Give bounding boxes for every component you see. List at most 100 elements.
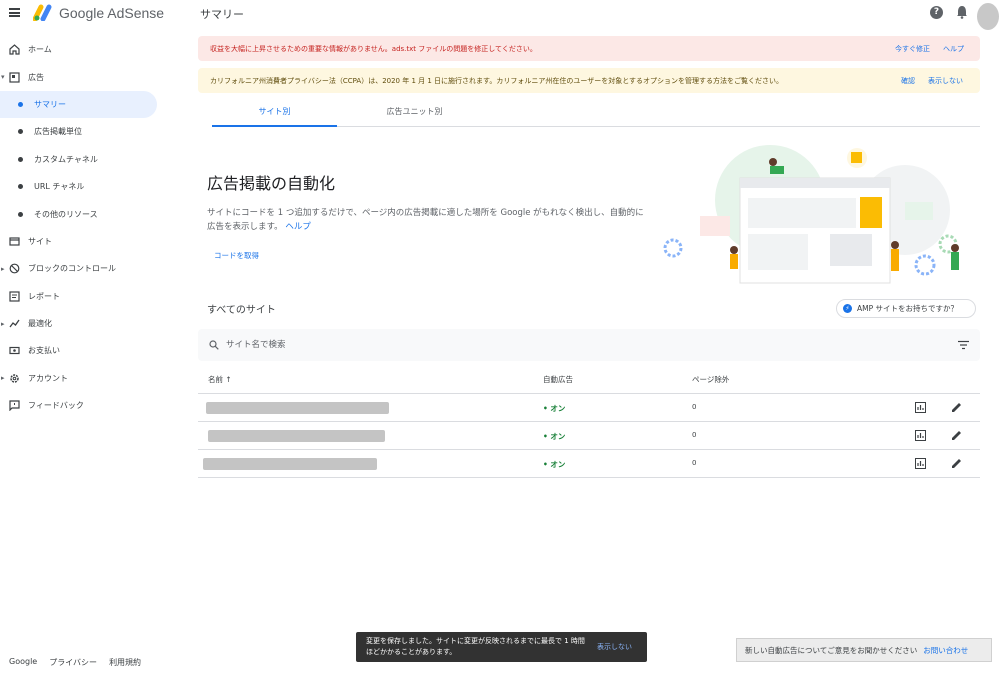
hero-description: サイトにコードを 1 つ追加するだけで、ページ内の広告掲載に適した場所を Goo… — [207, 206, 652, 234]
get-code-button[interactable]: コードを取得 — [214, 250, 259, 261]
sidebar-item-summary[interactable]: サマリー — [0, 90, 157, 119]
snackbar: 変更を保存しました。サイトに変更が反映されるまでに最長で 1 時間ほどかかること… — [356, 632, 647, 662]
sidebar-item-label: お支払い — [28, 346, 60, 356]
page-exclusions-count: 0 — [692, 431, 697, 439]
report-icon[interactable] — [915, 402, 926, 413]
site-name-redacted[interactable] — [208, 430, 385, 442]
table-row[interactable]: • オン 0 — [198, 450, 980, 478]
sites-icon — [9, 237, 20, 246]
sites-table: 名前 ↑ 自動広告 ページ除外 • オン 0 • オン 0 • オン 0 — [198, 366, 980, 478]
report-icon[interactable] — [915, 430, 926, 441]
help-link[interactable]: ヘルプ — [943, 44, 964, 54]
page-title: サマリー — [200, 8, 244, 21]
sidebar-item-reports[interactable]: レポート — [0, 283, 160, 310]
snackbar-message: 変更を保存しました。サイトに変更が反映されるまでに最長で 1 時間ほどかかること… — [366, 637, 585, 656]
report-icon[interactable] — [915, 458, 926, 469]
sidebar-item-label: レポート — [28, 291, 60, 301]
contact-link[interactable]: お問い合わせ — [923, 645, 968, 656]
sidebar-item-label: フィードバック — [28, 401, 84, 411]
confirm-link[interactable]: 確認 — [901, 76, 915, 86]
footer-google: Google — [9, 657, 38, 666]
bullet-icon — [18, 129, 23, 135]
tab-bar: サイト別 広告ユニット別 — [212, 100, 980, 127]
sidebar-item-label: ブロックのコントロール — [28, 264, 116, 274]
tab-by-site[interactable]: サイト別 — [212, 100, 337, 127]
bullet-icon — [18, 101, 23, 107]
ads-icon — [9, 71, 20, 83]
sidebar-item-ads[interactable]: ▾ 広告 — [0, 63, 160, 90]
sidebar-item-home[interactable]: ホーム — [0, 36, 160, 63]
bullet-icon — [18, 211, 23, 217]
help-link[interactable]: ヘルプ — [285, 222, 311, 232]
trending-up-icon — [9, 319, 20, 328]
auto-ads-status: • オン — [543, 404, 566, 413]
edit-icon[interactable] — [951, 402, 962, 413]
sidebar-item-label: 広告 — [28, 72, 44, 82]
edit-icon[interactable] — [951, 458, 962, 469]
tab-by-ad-unit[interactable]: 広告ユニット別 — [352, 100, 477, 127]
hero-title: 広告掲載の自動化 — [207, 174, 336, 193]
snackbar-dismiss-button[interactable]: 表示しない — [597, 642, 632, 653]
brand-name[interactable]: Google AdSense — [59, 5, 164, 21]
site-name-redacted[interactable] — [206, 402, 389, 414]
search-icon — [209, 340, 219, 350]
sidebar-item-label: URL チャネル — [34, 182, 85, 192]
avatar[interactable] — [977, 3, 999, 30]
sidebar-item-custom-channels[interactable]: カスタムチャネル — [0, 146, 160, 173]
sidebar-item-label: ホーム — [28, 45, 52, 55]
amp-sites-button[interactable]: ⚡ AMP サイトをお持ちですか？ — [836, 299, 976, 318]
sidebar-item-label: アカウント — [28, 373, 68, 383]
sidebar-item-label: 最適化 — [28, 319, 52, 329]
block-icon — [9, 263, 20, 274]
sidebar-item-label: カスタムチャネル — [34, 154, 98, 164]
amp-icon: ⚡ — [843, 304, 852, 313]
help-icon[interactable]: ? — [930, 6, 943, 19]
auto-ads-status: • オン — [543, 432, 566, 441]
edit-icon[interactable] — [951, 430, 962, 441]
gear-icon — [10, 374, 19, 383]
column-header-name[interactable]: 名前 ↑ — [208, 374, 232, 385]
column-name-label: 名前 — [208, 375, 223, 384]
sidebar-item-label: サイト — [28, 236, 52, 246]
feedback-icon — [9, 400, 20, 412]
top-app-bar: Google AdSense サマリー ? — [0, 0, 1008, 30]
bullet-icon — [18, 156, 23, 162]
auto-ads-status-label: オン — [550, 460, 566, 469]
sidebar-item-label: 広告掲載単位 — [34, 127, 82, 137]
sidebar-item-ad-units[interactable]: 広告掲載単位 — [0, 118, 160, 145]
fix-now-link[interactable]: 今すぐ修正 — [895, 44, 930, 54]
sidebar-item-url-channels[interactable]: URL チャネル — [0, 173, 160, 200]
sidebar-item-label: サマリー — [34, 99, 66, 109]
auto-ads-status-label: オン — [550, 432, 566, 441]
sidebar-item-blocking-controls[interactable]: ▸ ブロックのコントロール — [0, 255, 160, 282]
site-name-redacted[interactable] — [203, 458, 377, 470]
chevron-right-icon[interactable]: ▸ — [1, 265, 5, 273]
chevron-right-icon[interactable]: ▸ — [1, 374, 5, 382]
sidebar: ホーム ▾ 広告 サマリー 広告掲載単位 カスタムチャネル URL チャネル そ… — [0, 36, 160, 419]
sidebar-item-payments[interactable]: お支払い — [0, 337, 160, 364]
auto-ads-status-label: オン — [550, 404, 566, 413]
terms-link[interactable]: 利用規約 — [109, 657, 141, 668]
alert-message: カリフォルニア州消費者プライバシー法（CCPA）は、2020 年 1 月 1 日… — [210, 76, 783, 85]
table-row[interactable]: • オン 0 — [198, 422, 980, 450]
filter-icon[interactable] — [958, 340, 969, 350]
menu-icon[interactable] — [9, 8, 20, 17]
sidebar-item-account[interactable]: ▸ アカウント — [0, 365, 160, 392]
sidebar-item-feedback[interactable]: フィードバック — [0, 392, 160, 419]
sidebar-item-optimization[interactable]: ▸ 最適化 — [0, 310, 160, 337]
site-search-bar — [198, 329, 980, 361]
dismiss-link[interactable]: 表示しない — [928, 76, 963, 86]
privacy-link[interactable]: プライバシー — [49, 657, 97, 668]
chevron-right-icon[interactable]: ▸ — [1, 320, 5, 328]
bell-icon[interactable] — [956, 5, 968, 19]
table-header: 名前 ↑ 自動広告 ページ除外 — [198, 366, 980, 394]
sidebar-item-other-resources[interactable]: その他のリソース — [0, 200, 160, 227]
page-exclusions-count: 0 — [692, 403, 697, 411]
sort-arrow-icon[interactable]: ↑ — [225, 375, 231, 384]
auto-ads-illustration — [663, 145, 959, 284]
ads-txt-alert: 収益を大幅に上昇させるための重要な情報がありません。ads.txt ファイルの問… — [198, 36, 980, 61]
sidebar-item-sites[interactable]: サイト — [0, 228, 160, 255]
site-search-input[interactable] — [226, 337, 926, 353]
table-row[interactable]: • オン 0 — [198, 394, 980, 422]
chevron-down-icon[interactable]: ▾ — [1, 73, 5, 81]
